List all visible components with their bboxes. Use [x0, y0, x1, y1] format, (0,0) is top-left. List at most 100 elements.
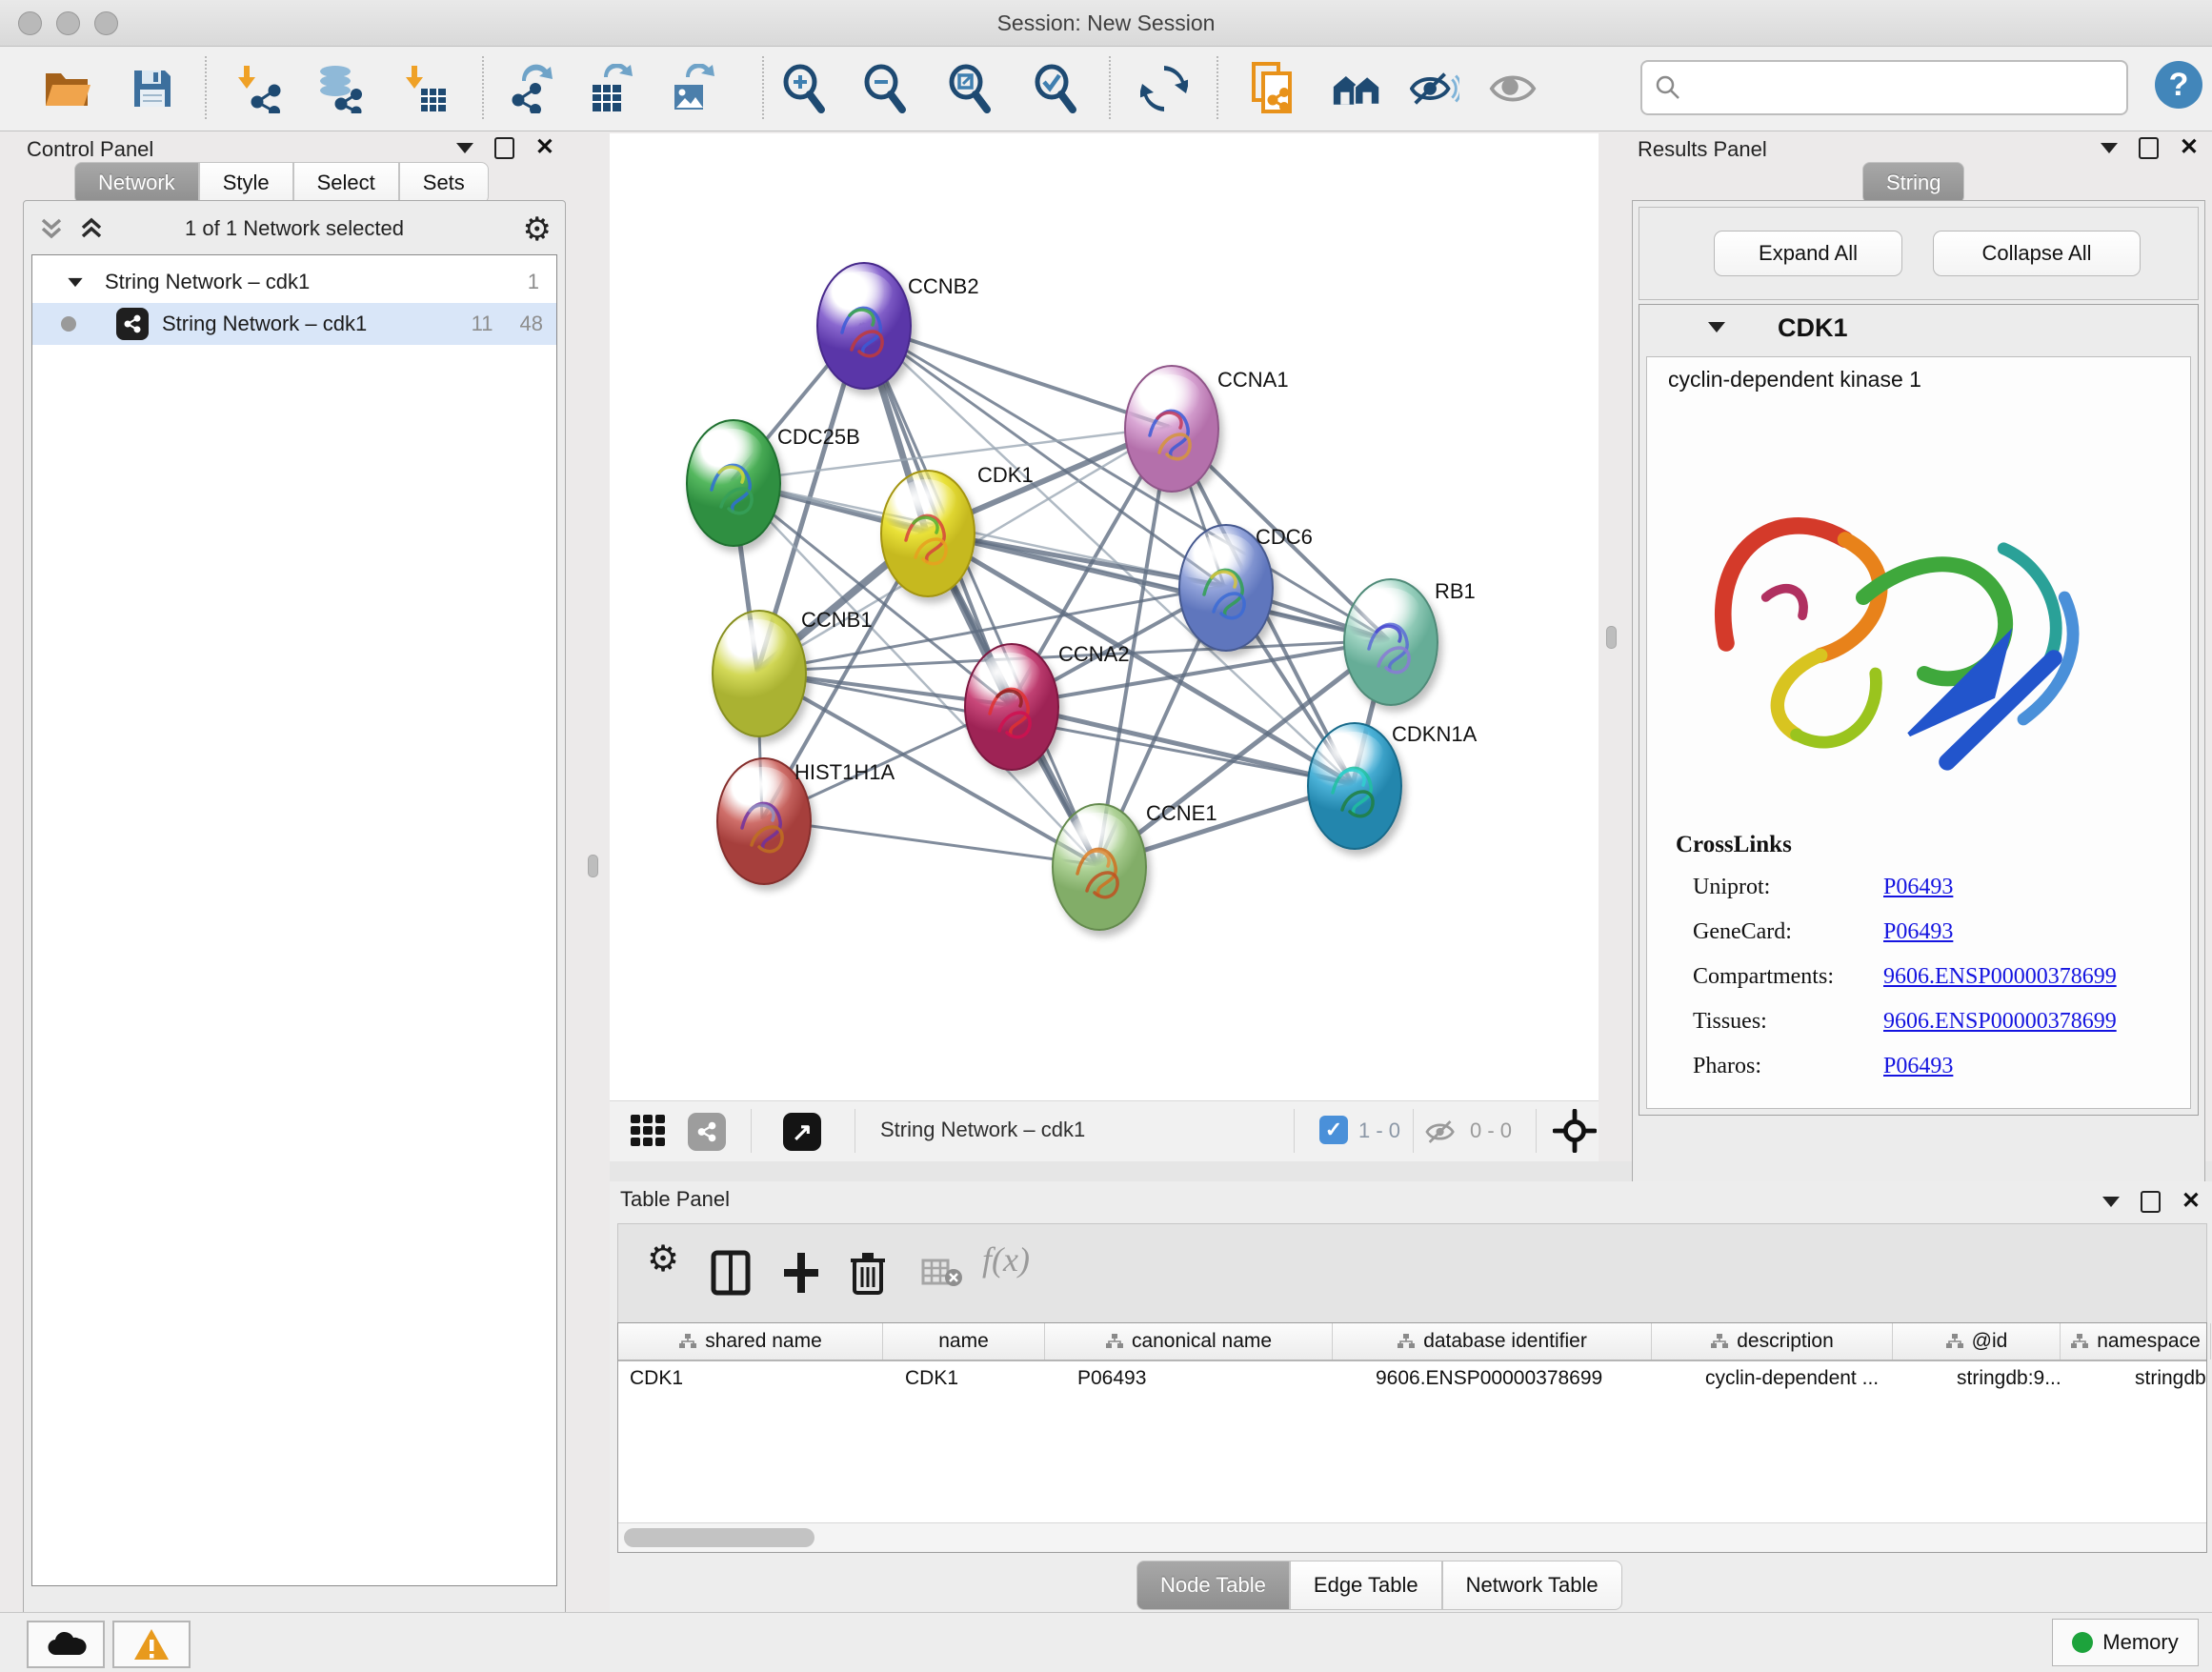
float-panel-icon[interactable]	[456, 143, 473, 153]
export-network-button[interactable]	[505, 64, 554, 113]
search-input[interactable]	[1690, 74, 2126, 101]
import-table-icon	[398, 64, 448, 113]
network-node-RB1[interactable]	[1343, 578, 1438, 706]
cloud-icon	[45, 1630, 87, 1659]
tab-network[interactable]: Network	[74, 162, 199, 204]
import-network-button[interactable]	[232, 64, 282, 113]
birdseye-grid-icon[interactable]	[631, 1115, 665, 1147]
delete-column-trash-icon[interactable]	[849, 1249, 887, 1297]
export-table-button[interactable]	[585, 64, 634, 113]
gene-card-header[interactable]: CDK1	[1639, 305, 2198, 353]
column-header-database-identifier[interactable]: database identifier	[1333, 1323, 1652, 1360]
selected-checkbox-icon[interactable]: ✓	[1319, 1116, 1348, 1144]
network-collection-row[interactable]: String Network – cdk1 1	[32, 261, 556, 303]
column-header-name[interactable]: name	[883, 1323, 1045, 1360]
network-edge-CCNB2-CCNE1[interactable]	[862, 324, 1097, 865]
table-cell[interactable]: CDK1	[618, 1361, 894, 1396]
network-view-canvas[interactable]: CCNB2CCNA1CDC25BCDK1CDC6RB1CCNB1CCNA2CDK…	[610, 133, 1599, 1100]
left-splitter-handle[interactable]	[588, 855, 598, 877]
zoom-out-button[interactable]	[860, 64, 910, 113]
maximize-panel-icon[interactable]	[2141, 1191, 2161, 1213]
tab-network-table[interactable]: Network Table	[1442, 1561, 1622, 1610]
automation-cloud-button[interactable]	[27, 1621, 105, 1668]
table-horizontal-scrollbar[interactable]	[618, 1522, 2206, 1552]
save-session-button[interactable]	[128, 64, 177, 113]
maximize-panel-icon[interactable]	[2139, 137, 2159, 159]
table-cell[interactable]: stringdb	[2123, 1361, 2212, 1396]
column-header-@id[interactable]: @id	[1893, 1323, 2061, 1360]
crosslink-link[interactable]: P06493	[1883, 919, 1953, 945]
column-header-description[interactable]: description	[1652, 1323, 1893, 1360]
network-node-CCNB1[interactable]	[712, 610, 807, 737]
float-panel-icon[interactable]	[2101, 143, 2118, 153]
warnings-button[interactable]	[112, 1621, 191, 1668]
zoom-fit-button[interactable]	[945, 64, 995, 113]
collapse-all-button[interactable]: Collapse All	[1933, 231, 2141, 276]
zoom-in-button[interactable]	[779, 64, 829, 113]
crosslink-link[interactable]: 9606.ENSP00000378699	[1883, 964, 2117, 990]
network-row-selected[interactable]: String Network – cdk1 11 48	[32, 303, 556, 345]
tab-style[interactable]: Style	[199, 162, 293, 204]
tab-node-table[interactable]: Node Table	[1136, 1561, 1290, 1610]
node-table: shared namenamecanonical namedatabase id…	[617, 1322, 2207, 1553]
table-cell[interactable]: 9606.ENSP00000378699	[1364, 1361, 1694, 1396]
crosslink-link[interactable]: P06493	[1883, 875, 1953, 900]
import-network-from-database-button[interactable]	[314, 64, 364, 113]
network-node-CCNA1[interactable]	[1124, 365, 1219, 493]
show-all-button[interactable]	[1488, 64, 1538, 113]
network-node-CDC25B[interactable]	[686, 419, 781, 547]
collection-expand-icon[interactable]	[68, 277, 82, 286]
control-panel-title: Control Panel	[27, 137, 153, 162]
table-cell[interactable]: stringdb:9...	[1945, 1361, 2123, 1396]
tab-string[interactable]: String	[1862, 162, 1964, 204]
crosslink-link[interactable]: P06493	[1883, 1054, 1953, 1079]
network-node-CDK1[interactable]	[880, 470, 975, 597]
tab-select[interactable]: Select	[293, 162, 399, 204]
network-edge-HIST1H1A-CCNE1[interactable]	[762, 819, 1097, 865]
clone-network-button[interactable]	[1250, 64, 1299, 113]
detach-view-icon[interactable]: ↗	[783, 1113, 821, 1151]
netbar-separator	[751, 1109, 752, 1153]
network-edge-CCNA2-CDKN1A[interactable]	[1010, 705, 1353, 784]
close-panel-icon[interactable]: ✕	[535, 138, 554, 157]
network-node-CCNE1[interactable]	[1052, 803, 1147, 931]
table-cell[interactable]: CDK1	[894, 1361, 1066, 1396]
crosslink-row: GeneCard:P06493	[1693, 919, 1792, 945]
crosshair-icon[interactable]	[1553, 1109, 1597, 1153]
network-node-CCNA2[interactable]	[964, 643, 1059, 771]
tab-edge-table[interactable]: Edge Table	[1290, 1561, 1442, 1610]
float-panel-icon[interactable]	[2102, 1197, 2120, 1207]
maximize-panel-icon[interactable]	[494, 137, 514, 159]
first-neighbors-button[interactable]	[1332, 64, 1381, 113]
current-network-name: String Network – cdk1	[880, 1118, 1085, 1142]
table-row[interactable]: CDK1CDK1P064939606.ENSP00000378699cyclin…	[618, 1361, 2206, 1396]
table-options-gear-icon[interactable]: ⚙	[647, 1238, 679, 1280]
expand-all-button[interactable]: Expand All	[1714, 231, 1902, 276]
tab-sets[interactable]: Sets	[399, 162, 489, 204]
zoom-selected-button[interactable]	[1031, 64, 1080, 113]
table-cell[interactable]: cyclin-dependent ...	[1694, 1361, 1945, 1396]
open-session-button[interactable]	[42, 64, 91, 113]
hide-selected-button[interactable]	[1410, 64, 1459, 113]
network-overview-icon[interactable]	[688, 1113, 726, 1151]
import-table-button[interactable]	[398, 64, 448, 113]
export-image-button[interactable]	[667, 64, 716, 113]
network-node-CDKN1A[interactable]	[1307, 722, 1402, 850]
column-header-namespace[interactable]: namespace	[2061, 1323, 2211, 1360]
close-panel-icon[interactable]: ✕	[2182, 1192, 2201, 1211]
crosslink-link[interactable]: 9606.ENSP00000378699	[1883, 1009, 2117, 1035]
create-column-icon[interactable]	[780, 1249, 822, 1297]
collapse-gene-icon[interactable]	[1708, 322, 1725, 332]
network-options-gear-icon[interactable]: ⚙	[523, 211, 552, 249]
network-node-CCNB2[interactable]	[816, 262, 912, 390]
table-cell[interactable]: P06493	[1066, 1361, 1364, 1396]
apply-layout-button[interactable]	[1139, 64, 1189, 113]
column-header-canonical-name[interactable]: canonical name	[1045, 1323, 1333, 1360]
memory-button[interactable]: Memory	[2052, 1619, 2199, 1666]
close-panel-icon[interactable]: ✕	[2180, 138, 2199, 157]
column-header-shared-name[interactable]: shared name	[618, 1323, 883, 1360]
help-button[interactable]: ?	[2155, 61, 2202, 109]
right-splitter-handle[interactable]	[1606, 626, 1617, 649]
show-columns-icon[interactable]	[710, 1249, 752, 1297]
scrollbar-thumb[interactable]	[624, 1528, 814, 1547]
